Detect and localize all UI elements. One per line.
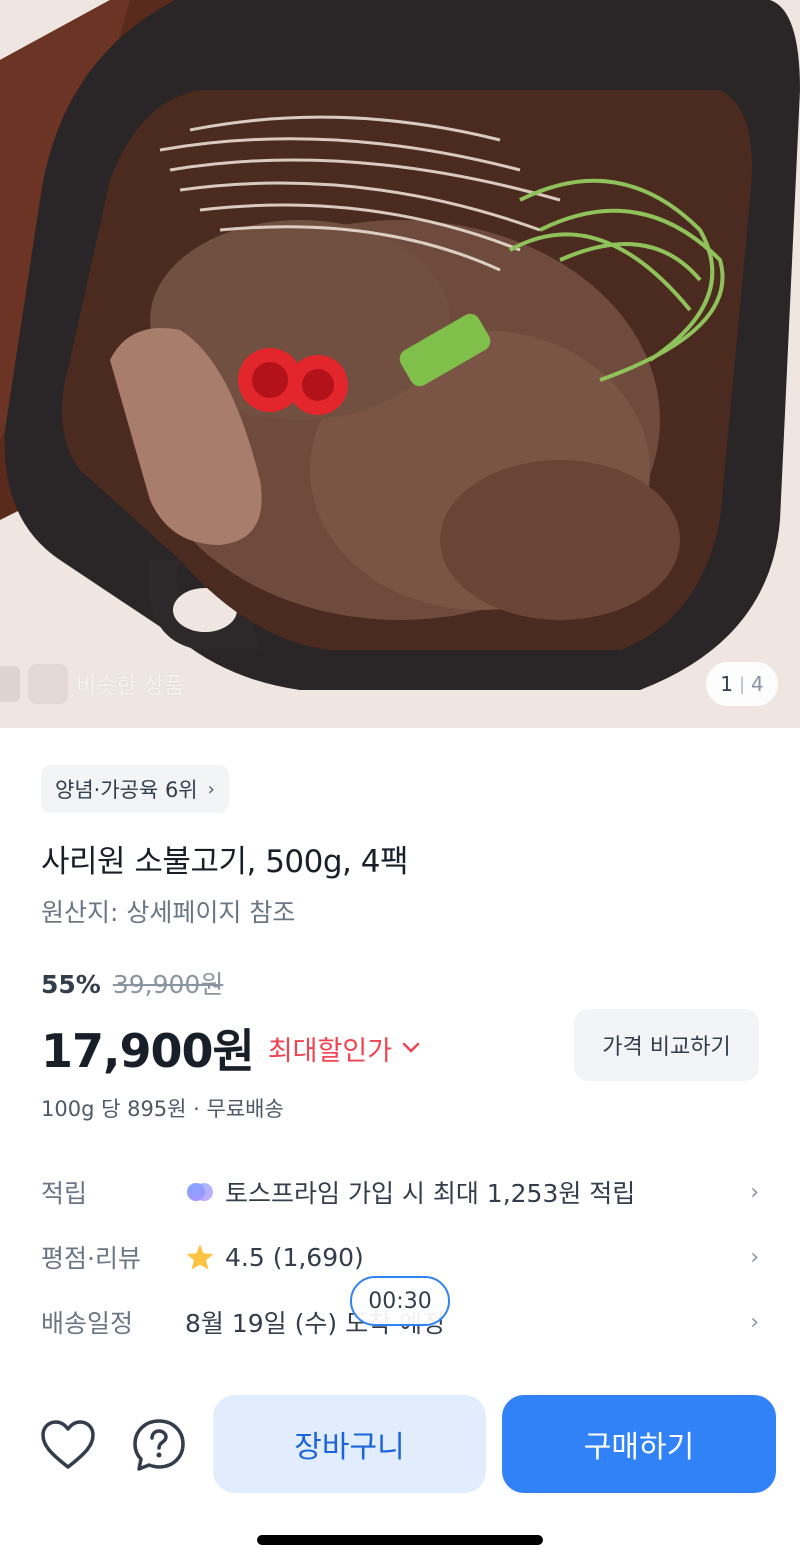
similar-products-label: 비슷한 상품 xyxy=(76,674,185,699)
question-bubble-icon xyxy=(133,1419,185,1471)
chevron-right-icon: › xyxy=(750,1244,759,1270)
chevron-right-icon: › xyxy=(750,1179,759,1205)
sale-price: 17,900원 xyxy=(41,1024,255,1078)
category-ranking-chip[interactable]: 양념·가공육 6위 › xyxy=(41,765,229,813)
info-value: 토스프라임 가입 시 최대 1,253원 적립 xyxy=(225,1179,636,1208)
product-origin: 원산지: 상세페이지 참조 xyxy=(41,898,296,927)
wishlist-button[interactable] xyxy=(38,1415,98,1475)
similar-products-link[interactable]: 비슷한 상품 xyxy=(0,662,184,706)
discount-row: 55% 39,900원 xyxy=(41,965,223,1001)
similar-thumbnail xyxy=(0,666,20,702)
original-price: 39,900원 xyxy=(112,970,224,999)
total-pages: 4 xyxy=(751,672,764,696)
timer-badge: 00:30 xyxy=(350,1276,450,1326)
info-label: 배송일정 xyxy=(41,1309,134,1338)
max-discount-toggle[interactable]: 최대할인가 xyxy=(268,1029,420,1068)
chevron-right-icon: › xyxy=(750,1309,759,1335)
star-icon xyxy=(186,1244,214,1270)
home-indicator xyxy=(257,1535,543,1545)
unit-price-shipping: 100g 당 895원 · 무료배송 xyxy=(41,1097,284,1121)
inquiry-button[interactable] xyxy=(129,1415,189,1475)
price-compare-button[interactable]: 가격 비교하기 xyxy=(574,1009,759,1081)
buy-now-button[interactable]: 구매하기 xyxy=(502,1395,776,1493)
product-photo xyxy=(0,0,800,728)
info-row-rating[interactable]: 평점·리뷰 4.5 (1,690) › xyxy=(41,1233,759,1281)
info-label: 적립 xyxy=(41,1179,88,1208)
category-ranking-label: 양념·가공육 6위 xyxy=(55,778,198,802)
info-value: 4.5 (1,690) xyxy=(225,1242,364,1272)
add-to-cart-button[interactable]: 장바구니 xyxy=(213,1395,486,1493)
price-row: 17,900원 최대할인가 xyxy=(41,1015,420,1081)
current-page: 1 xyxy=(720,672,733,696)
image-page-indicator: 1 | 4 xyxy=(706,662,778,706)
info-row-points[interactable]: 적립 토스프라임 가입 시 최대 1,253원 적립 › xyxy=(41,1168,759,1216)
toss-prime-icon xyxy=(187,1183,213,1201)
product-title: 사리원 소불고기, 500g, 4팩 xyxy=(41,844,409,880)
bottom-bar-shade xyxy=(0,1360,800,1386)
chevron-right-icon: › xyxy=(207,778,215,800)
page-separator: | xyxy=(738,673,746,695)
info-label: 평점·리뷰 xyxy=(41,1244,141,1273)
product-image-gallery[interactable]: 비슷한 상품 1 | 4 xyxy=(0,0,800,728)
max-discount-label: 최대할인가 xyxy=(267,1035,393,1067)
similar-thumbnail xyxy=(28,664,68,704)
heart-icon xyxy=(41,1420,95,1469)
discount-rate: 55% xyxy=(41,970,101,999)
chevron-down-icon xyxy=(402,1042,420,1053)
